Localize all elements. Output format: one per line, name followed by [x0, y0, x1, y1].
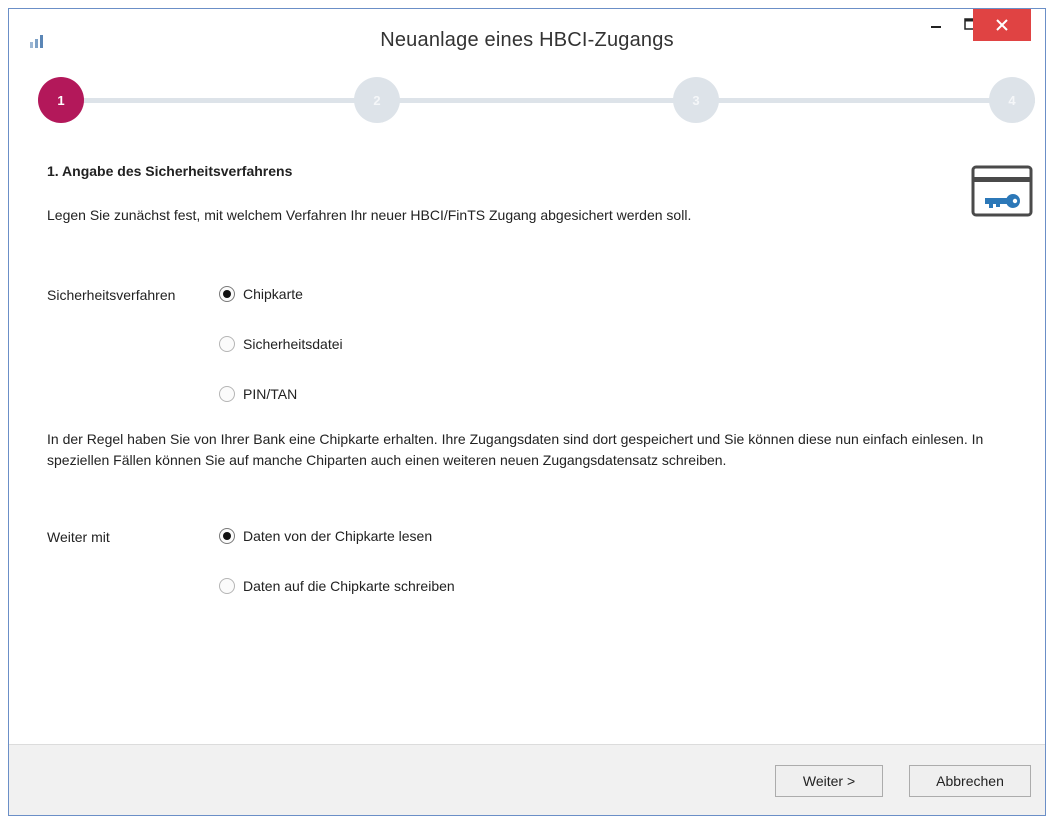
radio-button[interactable]	[219, 386, 235, 402]
radio-dot	[223, 532, 231, 540]
radio-write-chipcard[interactable]: Daten auf die Chipkarte schreiben	[219, 578, 455, 594]
step-3: 3	[673, 77, 719, 123]
radio-button[interactable]	[219, 578, 235, 594]
radio-button-selected[interactable]	[219, 286, 235, 302]
step-2: 2	[354, 77, 400, 123]
radio-pin-tan[interactable]: PIN/TAN	[219, 386, 297, 402]
section-heading: 1. Angabe des Sicherheitsverfahrens	[47, 163, 293, 179]
dialog-footer: Weiter > Abbrechen	[9, 744, 1045, 815]
wizard-stepper: 1 2 3 4	[9, 67, 1045, 131]
radio-read-chipcard[interactable]: Daten von der Chipkarte lesen	[219, 528, 432, 544]
radio-label: PIN/TAN	[243, 386, 298, 402]
radio-button[interactable]	[219, 336, 235, 352]
radio-dot	[223, 290, 231, 298]
dialog-window: Neuanlage eines HBCI-Zugangs 1 2 3 4 1. …	[8, 8, 1046, 816]
info-text: In der Regel haben Sie von Ihrer Bank ei…	[47, 431, 984, 468]
close-icon	[996, 19, 1008, 31]
security-method-label: Sicherheitsverfahren	[47, 287, 176, 303]
step-4: 4	[989, 77, 1035, 123]
radio-label: Chipkarte	[243, 286, 303, 302]
step-1: 1	[38, 77, 84, 123]
radio-chipkarte[interactable]: Chipkarte	[219, 286, 303, 302]
radio-label: Sicherheitsdatei	[243, 336, 343, 352]
radio-button-selected[interactable]	[219, 528, 235, 544]
card-key-icon	[971, 165, 1033, 217]
step-progress-line	[61, 98, 1035, 103]
radio-sicherheitsdatei[interactable]: Sicherheitsdatei	[219, 336, 343, 352]
radio-label: Daten auf die Chipkarte schreiben	[243, 578, 455, 594]
section-description: Legen Sie zunächst fest, mit welchem Ver…	[47, 207, 692, 223]
close-button[interactable]	[973, 9, 1031, 41]
next-with-label: Weiter mit	[47, 529, 110, 545]
radio-label: Daten von der Chipkarte lesen	[243, 528, 433, 544]
cancel-button[interactable]: Abbrechen	[909, 765, 1031, 797]
wizard-content: 1. Angabe des Sicherheitsverfahrens Lege…	[9, 131, 1045, 745]
next-button[interactable]: Weiter >	[775, 765, 883, 797]
title-bar: Neuanlage eines HBCI-Zugangs	[9, 9, 1045, 67]
minimize-icon	[931, 26, 941, 28]
window-title: Neuanlage eines HBCI-Zugangs	[380, 29, 674, 51]
